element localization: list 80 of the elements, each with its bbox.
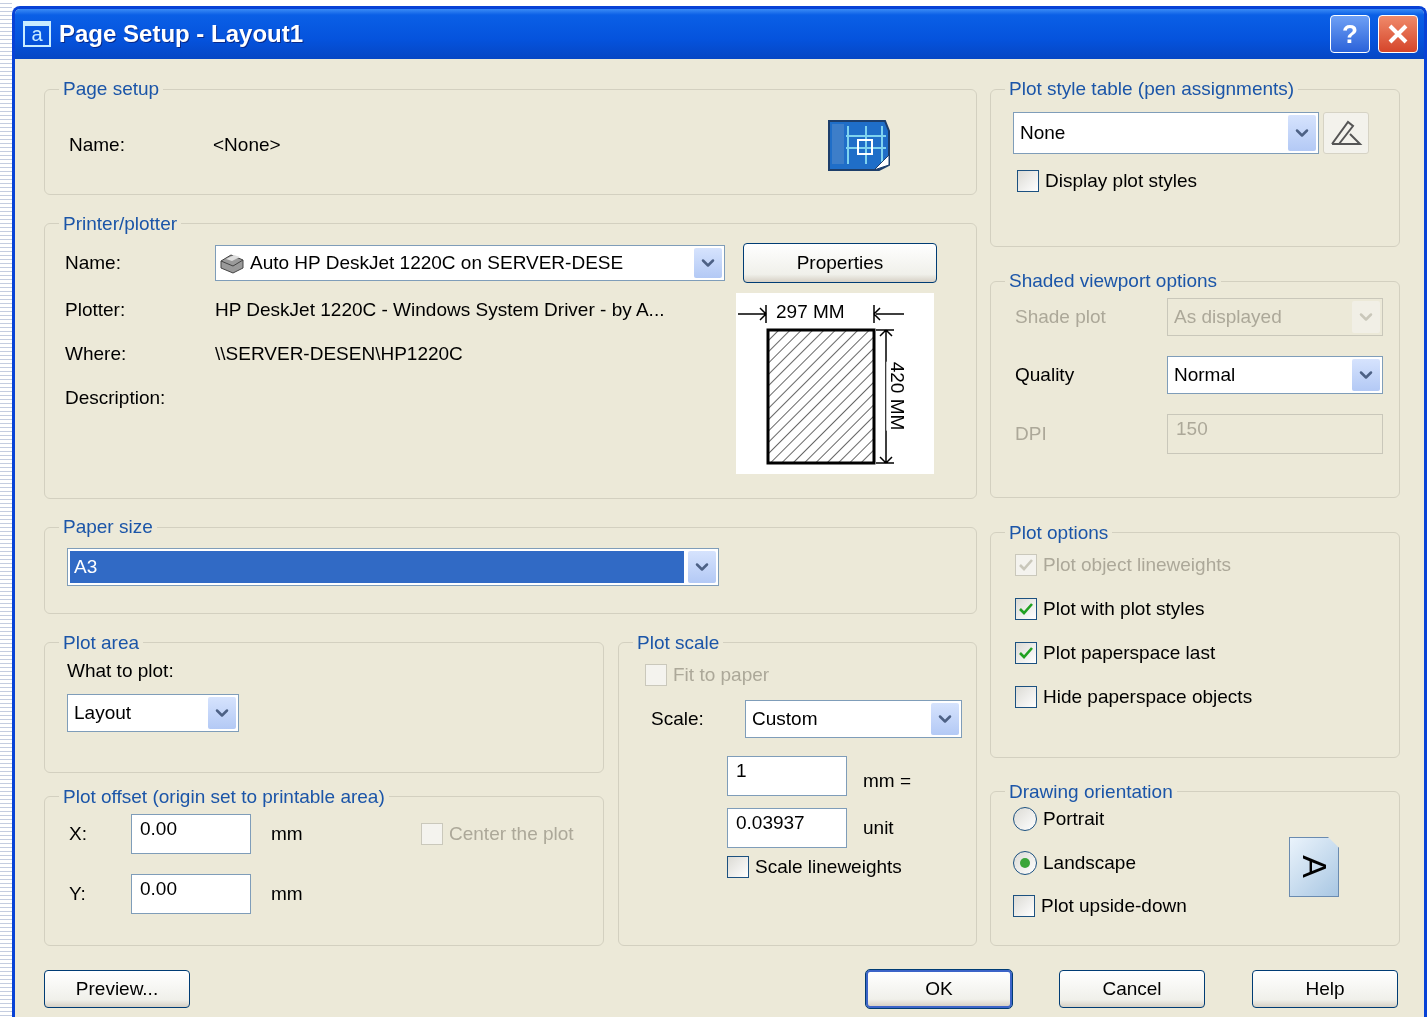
close-icon (1387, 23, 1409, 45)
radio-label: Landscape (1043, 852, 1136, 874)
checkbox-label: Plot object lineweights (1043, 553, 1231, 576)
chevron-icon[interactable] (931, 702, 959, 735)
checkbox[interactable] (727, 855, 749, 878)
properties-button[interactable]: Properties (743, 242, 937, 283)
input-field[interactable]: 1 (727, 755, 847, 796)
chevron-icon[interactable] (1288, 115, 1316, 151)
field-label: Description: (64, 386, 167, 409)
close-button[interactable] (1378, 15, 1418, 53)
field-label: Quality (1014, 364, 1076, 387)
input-field[interactable]: 0.00 (131, 873, 251, 914)
group-title: Printer/plotter (62, 212, 179, 235)
group-title: Page setup (62, 78, 161, 100)
checkbox-label: Scale lineweights (755, 855, 902, 878)
field-label: Name: (64, 251, 122, 274)
checkbox-label: Fit to paper (673, 663, 770, 686)
unit-label: mm = (863, 769, 912, 792)
group-title: Plot scale (636, 631, 721, 654)
page-setup-name: <None> (213, 134, 281, 156)
check-icon (1019, 558, 1033, 571)
drawing-file-icon (826, 118, 892, 172)
group-title: Plot style table (pen assignments) (1008, 78, 1296, 100)
checkbox-label: Center the plot (449, 822, 574, 845)
field-label: Plotter: (64, 298, 127, 321)
checkbox-label: Display plot styles (1045, 170, 1198, 192)
dialog-button[interactable]: Preview... (44, 970, 190, 1008)
checkbox[interactable] (1015, 597, 1037, 620)
input-field[interactable]: 0.03937 (727, 807, 847, 848)
unit-label: mm (270, 822, 304, 845)
group-title: Shaded viewport options (1008, 270, 1219, 293)
dropdown[interactable]: A3 (67, 548, 719, 587)
unit-label: mm (270, 882, 304, 905)
checkbox-label: Plot upside-down (1041, 895, 1187, 917)
field-label: Scale: (650, 707, 705, 730)
group-title: Plot options (1008, 521, 1110, 544)
app-icon: a (23, 21, 51, 47)
dialog-button[interactable]: OK (866, 970, 1012, 1008)
field-label: Name: (68, 134, 126, 156)
checkbox[interactable] (1017, 170, 1039, 192)
field-value: \\SERVER-DESEN\HP1220C (215, 342, 463, 365)
field-label: Y: (68, 882, 87, 905)
check-icon (1019, 602, 1033, 615)
field-label: Shade plot (1014, 306, 1107, 329)
radio-button[interactable] (1013, 807, 1037, 831)
radio-button[interactable] (1013, 851, 1037, 875)
chevron-icon[interactable] (208, 696, 236, 729)
dropdown[interactable]: Custom (745, 699, 962, 738)
group-title: Plot offset (origin set to printable area) (62, 785, 386, 808)
dropdown[interactable]: Layout (67, 693, 239, 732)
field-value: HP DeskJet 1220C - Windows System Driver - by A... (215, 298, 665, 321)
pen-icon (1329, 119, 1363, 147)
checkbox-label: Hide paperspace objects (1043, 685, 1253, 708)
unit-label: unit (863, 816, 894, 839)
checkbox[interactable] (1015, 641, 1037, 664)
checkbox[interactable] (1015, 685, 1037, 708)
radio-label: Portrait (1043, 808, 1105, 830)
check-icon (1019, 646, 1033, 659)
field-label: X: (68, 822, 88, 845)
field-label: DPI (1014, 423, 1048, 446)
chevron-icon[interactable] (694, 247, 722, 278)
field-label: Where: (64, 342, 128, 365)
checkbox[interactable] (1013, 895, 1035, 917)
printer-dropdown[interactable]: Auto HP DeskJet 1220C on SERVER-DESE (215, 244, 725, 281)
window-title: Page Setup - Layout1 (59, 20, 305, 48)
checkbox-label: Plot paperspace last (1043, 641, 1216, 664)
edit-button[interactable] (1323, 112, 1369, 154)
dialog-button[interactable]: Cancel (1059, 970, 1205, 1008)
chevron-icon[interactable] (1352, 359, 1380, 392)
field-label: What to plot: (67, 659, 175, 682)
dropdown[interactable]: Normal (1167, 356, 1383, 395)
group-title: Plot area (62, 631, 141, 654)
input-field[interactable]: 0.00 (131, 813, 251, 854)
landscape-page-icon: A (1289, 837, 1339, 897)
dialog-button[interactable]: Help (1252, 970, 1398, 1008)
checkbox-label: Plot with plot styles (1043, 597, 1205, 620)
dropdown[interactable]: None (1013, 112, 1319, 154)
chevron-icon[interactable] (688, 551, 716, 584)
group-title: Paper size (62, 516, 154, 539)
group-title: Drawing orientation (1008, 781, 1174, 803)
